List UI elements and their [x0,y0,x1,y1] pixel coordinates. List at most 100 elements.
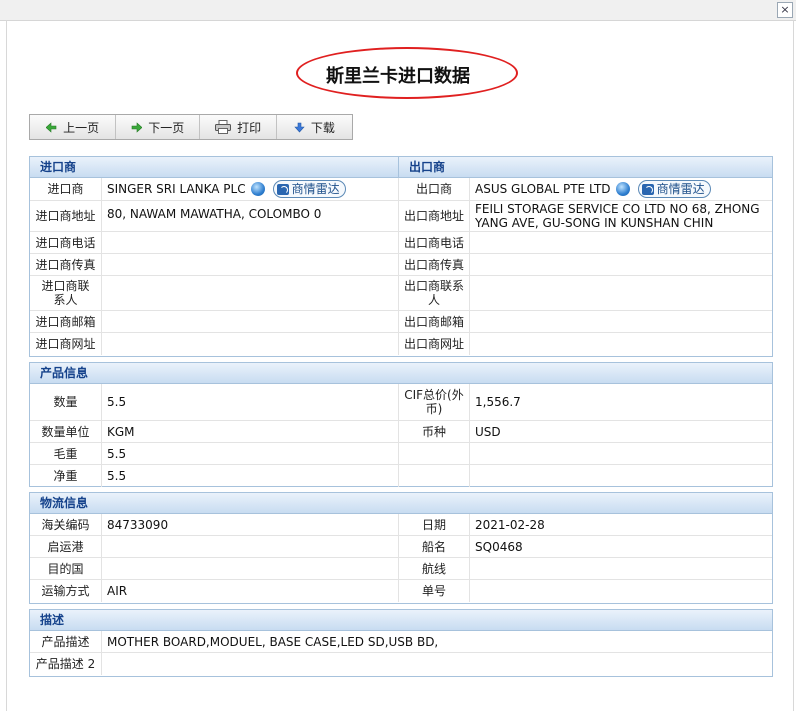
field-value: 80, NAWAM MAWATHA, COLOMBO 0 [102,201,399,231]
logistics-header: 物流信息 [40,496,89,510]
table-row: 毛重 5.5 [30,443,772,465]
field-value: MOTHER BOARD,MODUEL, BASE CASE,LED SD,US… [107,634,439,649]
dialog-titlebar: × [0,0,796,21]
trader-section-header: 进口商 出口商 [30,157,772,178]
trader-rows: 进口商 SINGER SRI LANKA PLC 商情雷达 出口商 ASUS G… [30,178,772,355]
field-label: 进口商电话 [30,232,102,253]
field-label: 运输方式 [30,580,102,602]
next-page-button[interactable]: 下一页 [116,115,201,139]
field-label: 产品描述 2 [30,653,102,675]
exporter-name: ASUS GLOBAL PTE LTD [475,182,611,196]
download-label: 下载 [310,120,335,135]
product-section-header: 产品信息 [30,363,772,384]
field-label: 产品描述 [30,631,102,652]
arrow-left-icon [46,121,57,133]
table-row: 数量 5.5 CIF总价(外币) 1,556.7 [30,384,772,421]
field-label: 进口商 [30,178,102,200]
field-label: 毛重 [30,443,102,464]
field-value [470,311,772,332]
field-value [102,311,399,332]
printer-icon [215,120,232,134]
exporter-radar-button[interactable]: 商情雷达 [637,180,711,198]
field-value [470,558,772,579]
field-value: SQ0468 [475,539,523,554]
globe-icon[interactable] [250,182,265,196]
field-value [102,536,399,557]
product-section: 产品信息 数量 5.5 CIF总价(外币) 1,556.7 数量单位 KGM 币… [29,362,773,487]
field-value: USD [475,424,501,439]
table-row: 进口商地址 80, NAWAM MAWATHA, COLOMBO 0 出口商地址… [30,201,772,232]
table-row: 运输方式 AIR 单号 [30,580,772,602]
importer-radar-button[interactable]: 商情雷达 [272,180,346,198]
field-label: CIF总价(外币) [399,384,470,420]
field-label: 出口商传真 [399,254,470,275]
field-value: 5.5 [102,465,399,487]
field-value [470,443,772,464]
field-value [470,333,772,355]
importer-name-cell: SINGER SRI LANKA PLC 商情雷达 [102,178,399,200]
field-label: 数量单位 [30,421,102,442]
field-value [102,558,399,579]
radar-label: 商情雷达 [291,182,340,196]
print-button[interactable]: 打印 [200,115,277,139]
globe-icon[interactable] [615,182,630,196]
table-row: 启运港 船名 SQ0468 [30,536,772,558]
field-label: 币种 [399,421,470,442]
field-value: AIR [102,580,399,602]
table-row: 净重 5.5 [30,465,772,487]
description-section: 描述 产品描述 MOTHER BOARD,MODUEL, BASE CASE,L… [29,609,773,677]
logistics-section-header: 物流信息 [30,493,772,514]
table-row: 进口商联系人 出口商联系人 [30,276,772,311]
table-row: 进口商邮箱 出口商邮箱 [30,311,772,333]
importer-header: 进口商 [30,157,399,177]
exporter-header: 出口商 [409,160,446,174]
field-value [470,276,772,310]
importer-name: SINGER SRI LANKA PLC [107,182,246,196]
field-label: 出口商地址 [399,201,470,231]
table-row: 产品描述 2 [30,653,772,675]
logistics-section: 物流信息 海关编码 84733090 日期 2021-02-28 启运港 船名 … [29,492,773,604]
field-value: KGM [102,421,399,442]
table-row: 产品描述 MOTHER BOARD,MODUEL, BASE CASE,LED … [30,631,772,653]
field-value: 2021-02-28 [475,517,545,532]
exporter-name-cell: ASUS GLOBAL PTE LTD 商情雷达 [470,178,772,200]
field-value [102,333,399,355]
field-label: 海关编码 [30,514,102,535]
field-label: 启运港 [30,536,102,557]
field-label: 进口商传真 [30,254,102,275]
field-label: 进口商地址 [30,201,102,231]
next-page-label: 下一页 [148,120,185,135]
field-value: 84733090 [102,514,399,535]
description-header: 描述 [40,613,65,627]
field-value [102,232,399,253]
close-button[interactable]: × [777,2,793,18]
field-label: 数量 [30,384,102,420]
field-label: 进口商网址 [30,333,102,355]
product-header: 产品信息 [40,366,89,380]
table-row: 目的国 航线 [30,558,772,580]
field-value: FEILI STORAGE SERVICE CO LTD NO 68, ZHON… [475,202,760,230]
field-label: 日期 [399,514,470,535]
table-row: 进口商传真 出口商传真 [30,254,772,276]
field-value: 5.5 [102,443,399,464]
field-label [399,465,470,487]
prev-page-label: 上一页 [63,120,100,135]
field-label [399,443,470,464]
field-label: 船名 [399,536,470,557]
radar-label: 商情雷达 [656,182,705,196]
field-value: 5.5 [102,384,399,420]
field-label: 航线 [399,558,470,579]
table-row: 进口商电话 出口商电话 [30,232,772,254]
page-title: 斯里兰卡进口数据 [326,66,470,87]
field-label: 出口商邮箱 [399,311,470,332]
download-button[interactable]: 下载 [277,115,352,139]
field-label: 出口商联系人 [399,276,470,310]
field-label: 进口商联系人 [30,276,102,310]
table-row: 海关编码 84733090 日期 2021-02-28 [30,514,772,536]
field-label: 净重 [30,465,102,487]
field-label: 目的国 [30,558,102,579]
prev-page-button[interactable]: 上一页 [30,115,117,139]
field-value: 1,556.7 [475,395,521,409]
print-label: 打印 [237,120,262,135]
arrow-right-icon [131,121,143,133]
